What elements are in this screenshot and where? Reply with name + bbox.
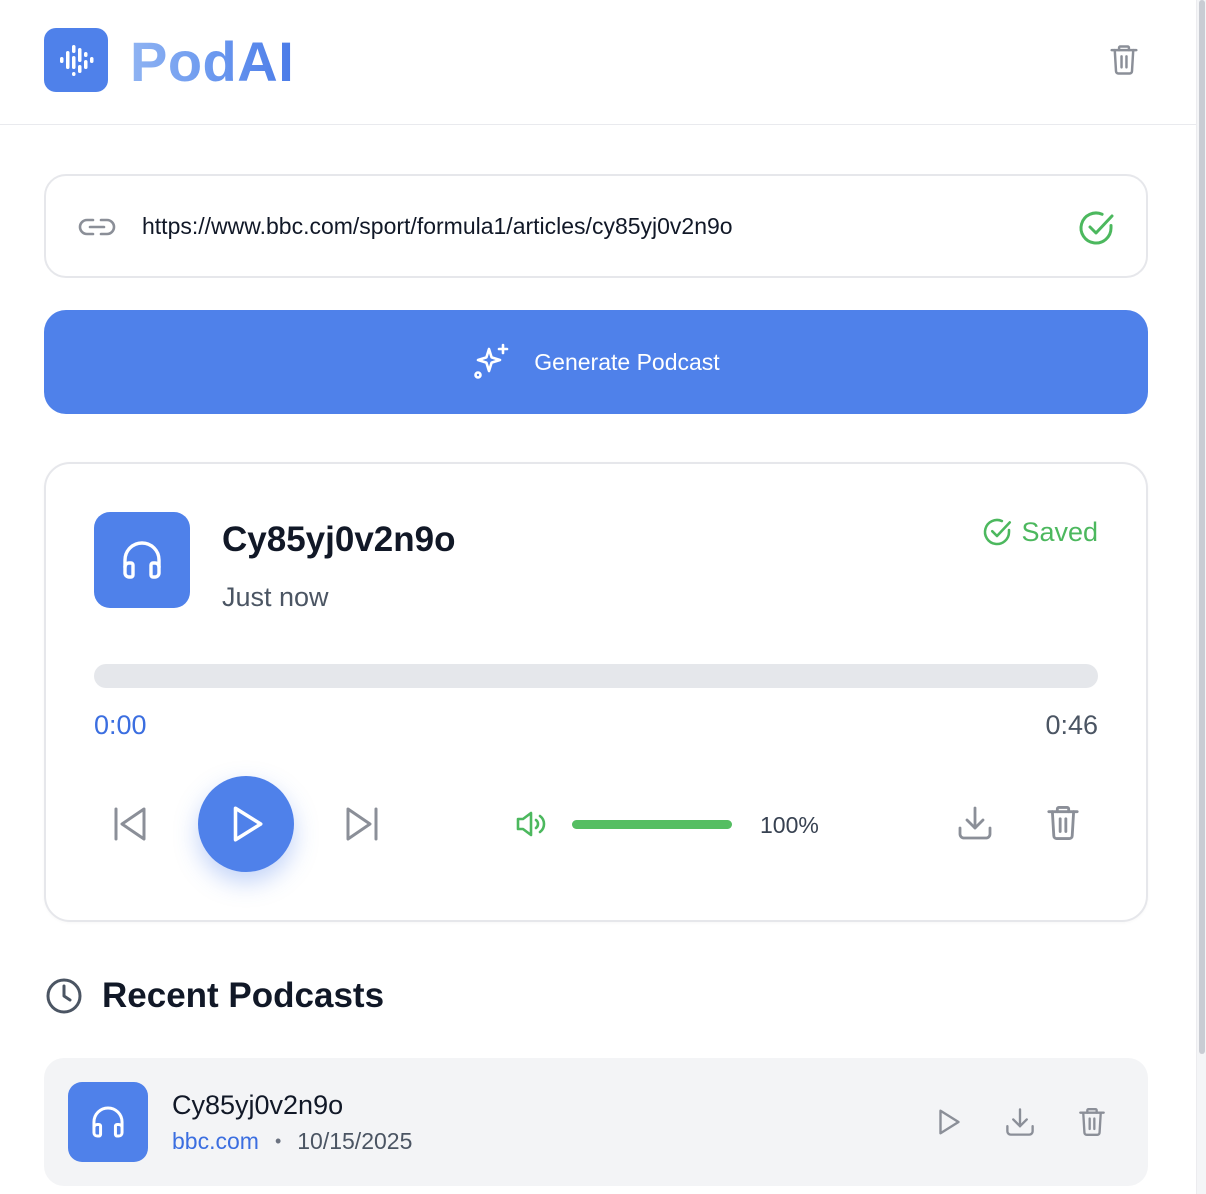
download-icon bbox=[1006, 1108, 1034, 1136]
download-button[interactable] bbox=[954, 802, 996, 844]
recent-podcast-meta: bbc.com • 10/15/2025 bbox=[172, 1128, 412, 1155]
saved-label: Saved bbox=[1021, 516, 1098, 547]
page-scrollbar[interactable] bbox=[1196, 0, 1206, 1194]
clock-icon bbox=[46, 978, 82, 1014]
podcast-artwork bbox=[94, 512, 190, 608]
recent-podcast-date: 10/15/2025 bbox=[297, 1128, 413, 1154]
trash-icon bbox=[1079, 1107, 1105, 1136]
url-input[interactable] bbox=[142, 206, 1042, 246]
volume-icon bbox=[516, 811, 546, 837]
skip-back-icon bbox=[114, 807, 146, 841]
recent-podcasts-title: Recent Podcasts bbox=[102, 976, 385, 1015]
recent-podcast-source[interactable]: bbc.com bbox=[172, 1128, 259, 1155]
download-icon bbox=[958, 806, 992, 840]
volume-slider-fill bbox=[572, 820, 732, 829]
recent-delete-button[interactable] bbox=[1074, 1104, 1110, 1140]
recent-podcast-title: Cy85yj0v2n9o bbox=[172, 1090, 344, 1120]
recent-download-button[interactable] bbox=[1002, 1104, 1038, 1140]
check-circle-icon bbox=[984, 518, 1012, 546]
link-icon bbox=[78, 218, 116, 236]
delete-button[interactable] bbox=[1042, 802, 1084, 844]
skip-back-button[interactable] bbox=[106, 800, 154, 848]
recent-play-button[interactable] bbox=[930, 1104, 966, 1140]
play-icon bbox=[939, 1109, 960, 1135]
headphones-icon bbox=[123, 541, 161, 579]
player-card: Cy85yj0v2n9o Just now Saved 0:00 0:46 10… bbox=[44, 462, 1148, 922]
clear-all-button[interactable] bbox=[1104, 40, 1144, 80]
skip-forward-button[interactable] bbox=[338, 800, 386, 848]
generate-label: Generate Podcast bbox=[534, 348, 720, 375]
duration: 0:46 bbox=[1045, 710, 1098, 740]
meta-separator: • bbox=[274, 1131, 282, 1151]
podcast-title: Cy85yj0v2n9o bbox=[222, 520, 456, 559]
sparkles-icon bbox=[474, 343, 509, 379]
url-field[interactable] bbox=[44, 174, 1148, 278]
playback-progress-bar[interactable] bbox=[94, 664, 1098, 688]
saved-badge: Saved bbox=[981, 516, 1098, 548]
scrollbar-thumb[interactable] bbox=[1199, 0, 1205, 1054]
logo-badge bbox=[44, 28, 108, 92]
play-icon bbox=[233, 806, 263, 842]
generate-podcast-button[interactable]: Generate Podcast bbox=[44, 310, 1148, 414]
volume-percentage: 100% bbox=[760, 812, 819, 838]
trash-icon bbox=[1047, 806, 1079, 840]
podcast-created-time: Just now bbox=[222, 582, 329, 612]
recent-podcast-item[interactable]: Cy85yj0v2n9o bbc.com • 10/15/2025 bbox=[44, 1058, 1148, 1186]
current-time: 0:00 bbox=[94, 710, 147, 740]
app-root: PodAI Generate Podcast bbox=[0, 0, 1206, 1194]
app-header: PodAI bbox=[0, 0, 1196, 125]
volume-slider[interactable] bbox=[572, 820, 732, 829]
trash-icon bbox=[1110, 45, 1138, 75]
play-button[interactable] bbox=[198, 776, 294, 872]
headphones-icon bbox=[92, 1106, 124, 1138]
check-circle-icon bbox=[1079, 211, 1114, 245]
skip-forward-icon bbox=[346, 807, 378, 841]
recent-podcast-artwork bbox=[68, 1082, 148, 1162]
recent-podcasts-header: Recent Podcasts bbox=[44, 976, 384, 1016]
app-logo-text: PodAI bbox=[130, 30, 295, 93]
volume-button[interactable] bbox=[514, 808, 550, 840]
waveform-icon bbox=[60, 45, 94, 76]
